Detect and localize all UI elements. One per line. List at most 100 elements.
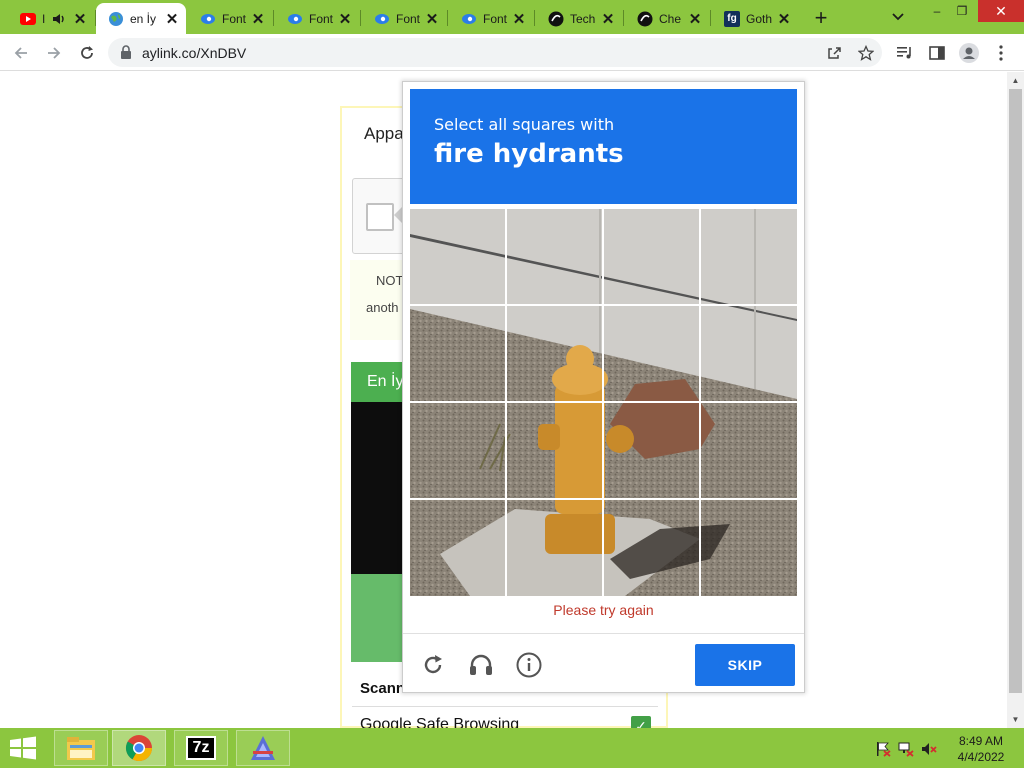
windows-start-icon[interactable] bbox=[8, 736, 38, 760]
font-site-icon bbox=[287, 11, 303, 27]
page-scrollbar[interactable]: ▲ ▼ bbox=[1007, 72, 1024, 728]
challenge-header: Select all squares with fire hydrants bbox=[410, 89, 797, 204]
tab-title: Tech bbox=[570, 11, 596, 26]
tab-goth[interactable]: fg Goth ✕ bbox=[712, 3, 798, 34]
tab-separator bbox=[534, 10, 535, 26]
try-again-message: Please try again bbox=[553, 602, 654, 618]
scanning-label: Scann bbox=[360, 680, 406, 697]
grid-tile-14[interactable] bbox=[507, 500, 601, 596]
youtube-icon bbox=[20, 11, 36, 27]
grid-tile-9[interactable] bbox=[410, 403, 504, 497]
scroll-up-arrow-icon[interactable]: ▲ bbox=[1007, 72, 1024, 89]
grid-tile-13[interactable] bbox=[410, 500, 504, 596]
divider bbox=[352, 706, 658, 707]
url-text[interactable]: aylink.co/XnDBV bbox=[142, 45, 246, 61]
grid-tile-4[interactable] bbox=[701, 209, 797, 303]
grid-tile-15[interactable] bbox=[604, 500, 698, 596]
grid-tile-12[interactable] bbox=[701, 403, 797, 497]
volume-icon[interactable] bbox=[920, 740, 938, 758]
windows-taskbar: 7z 8:49 AM 4/4/2022 bbox=[0, 728, 1024, 768]
page-heading: Appa bbox=[364, 124, 404, 143]
tab-close-button[interactable]: ✕ bbox=[424, 11, 440, 28]
tab-title: Font bbox=[222, 11, 247, 26]
tab-search-chevron-icon[interactable] bbox=[888, 7, 908, 27]
fg-icon: fg bbox=[724, 10, 740, 27]
tab-title: Font bbox=[396, 11, 421, 26]
tab-title: Goth bbox=[746, 11, 773, 26]
grid-tile-5[interactable] bbox=[410, 306, 504, 400]
window-close-button[interactable]: ✕ bbox=[978, 0, 1024, 22]
tab-close-button[interactable]: ✕ bbox=[250, 11, 266, 28]
reload-icon[interactable] bbox=[419, 651, 447, 679]
grid-tile-8[interactable] bbox=[701, 306, 797, 400]
system-clock[interactable]: 8:49 AM 4/4/2022 bbox=[946, 733, 1016, 765]
audio-challenge-icon[interactable] bbox=[467, 651, 495, 679]
new-tab-button[interactable]: + bbox=[808, 5, 834, 31]
tab-youtube[interactable]: I ✕ bbox=[8, 3, 94, 34]
skip-button[interactable]: SKIP bbox=[695, 644, 795, 686]
media-controls-icon[interactable] bbox=[894, 42, 916, 64]
grid-tile-11[interactable] bbox=[604, 403, 698, 497]
tab-font-3[interactable]: Font ✕ bbox=[362, 3, 446, 34]
tab-close-button[interactable]: ✕ bbox=[687, 11, 703, 28]
side-panel-icon[interactable] bbox=[926, 42, 948, 64]
profile-avatar-icon[interactable] bbox=[958, 42, 980, 64]
grid-tile-10[interactable] bbox=[507, 403, 601, 497]
address-bar[interactable]: aylink.co/XnDBV bbox=[108, 38, 882, 67]
grid-tile-6[interactable] bbox=[507, 306, 601, 400]
scrollbar-thumb[interactable] bbox=[1009, 89, 1022, 693]
tab-close-button[interactable]: ✕ bbox=[72, 11, 88, 28]
font-site-icon bbox=[461, 11, 477, 27]
clock-date: 4/4/2022 bbox=[957, 750, 1005, 764]
tab-font-2[interactable]: Font ✕ bbox=[275, 3, 359, 34]
7zip-label: 7z bbox=[186, 736, 216, 760]
restore-button[interactable]: ❐ bbox=[947, 0, 977, 22]
speaker-icon[interactable] bbox=[52, 11, 68, 27]
forward-button[interactable] bbox=[41, 40, 67, 66]
tab-strip: I ✕ en İy ✕ Font ✕ Font ✕ Font ✕ Font ✕ … bbox=[0, 0, 1024, 34]
tab-active[interactable]: en İy ✕ bbox=[96, 3, 186, 34]
7zip-icon[interactable]: 7z bbox=[174, 730, 228, 766]
browser-toolbar: aylink.co/XnDBV bbox=[0, 34, 1024, 71]
tab-close-button[interactable]: ✕ bbox=[776, 11, 792, 28]
tab-che[interactable]: Che ✕ bbox=[625, 3, 709, 34]
app-icon[interactable] bbox=[236, 730, 290, 766]
back-button[interactable] bbox=[8, 40, 34, 66]
grid-tile-3[interactable] bbox=[604, 209, 698, 303]
recaptcha-challenge: Select all squares with fire hydrants Pl… bbox=[402, 81, 805, 693]
lock-icon[interactable] bbox=[120, 45, 134, 60]
grid-tile-2[interactable] bbox=[507, 209, 601, 303]
network-icon[interactable] bbox=[897, 740, 915, 758]
tab-close-button[interactable]: ✕ bbox=[164, 11, 180, 28]
tab-font-4[interactable]: Font ✕ bbox=[449, 3, 533, 34]
tab-close-button[interactable]: ✕ bbox=[337, 11, 353, 28]
green-section-title: En İy bbox=[367, 373, 404, 390]
bookmark-star-icon[interactable] bbox=[856, 43, 876, 63]
tab-tech[interactable]: Tech ✕ bbox=[536, 3, 622, 34]
share-icon[interactable] bbox=[824, 43, 844, 63]
tab-title: en İy bbox=[130, 11, 157, 26]
menu-kebab-icon[interactable] bbox=[990, 42, 1012, 64]
scroll-down-arrow-icon[interactable]: ▼ bbox=[1007, 711, 1024, 728]
grid-tile-1[interactable] bbox=[410, 209, 504, 303]
globe-icon bbox=[108, 11, 124, 27]
tab-title: Font bbox=[483, 11, 508, 26]
tab-close-button[interactable]: ✕ bbox=[511, 11, 527, 28]
clock-time: 8:49 AM bbox=[958, 734, 1004, 748]
tab-close-button[interactable]: ✕ bbox=[600, 11, 616, 28]
font-site-icon bbox=[200, 11, 216, 27]
file-explorer-icon[interactable] bbox=[54, 730, 108, 766]
tab-font-1[interactable]: Font ✕ bbox=[188, 3, 272, 34]
tab-title: Che bbox=[659, 11, 682, 26]
chatgpt-icon bbox=[637, 11, 653, 27]
chrome-icon[interactable] bbox=[112, 730, 166, 766]
tab-separator bbox=[710, 10, 711, 26]
action-center-flag-icon[interactable] bbox=[874, 740, 892, 758]
grid-tile-7[interactable] bbox=[604, 306, 698, 400]
info-icon[interactable] bbox=[515, 651, 543, 679]
grid-tile-16[interactable] bbox=[701, 500, 797, 596]
tab-title: Font bbox=[309, 11, 334, 26]
tab-separator bbox=[360, 10, 361, 26]
recaptcha-checkbox[interactable] bbox=[366, 203, 394, 231]
reload-button[interactable] bbox=[74, 40, 100, 66]
